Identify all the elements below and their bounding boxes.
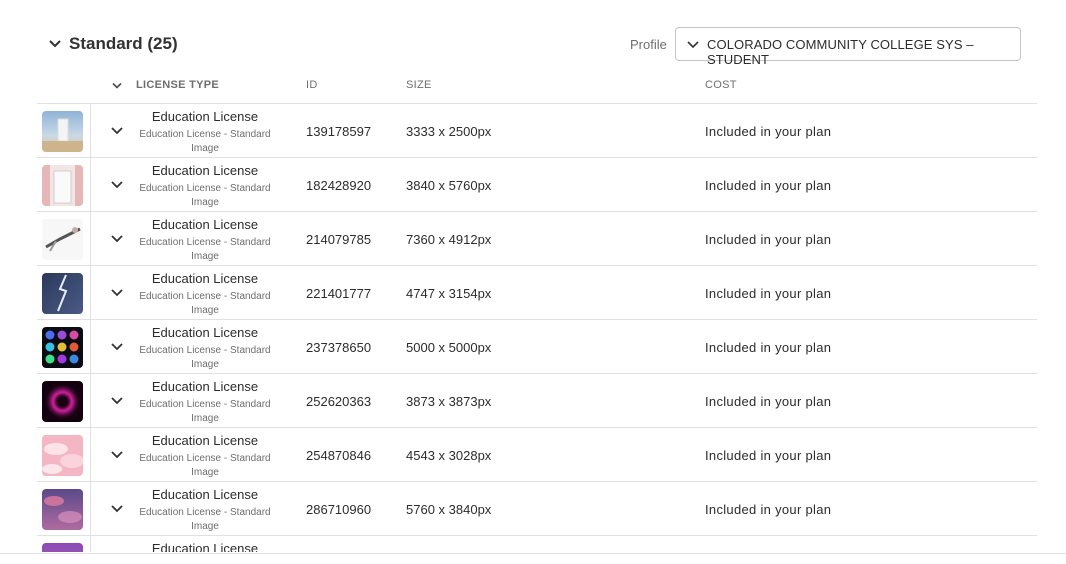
license-title: Education License — [151, 379, 259, 394]
chevron-down-icon[interactable] — [110, 340, 124, 354]
thumbnail-image[interactable] — [42, 435, 83, 476]
thumbnail-image[interactable] — [42, 489, 83, 530]
chevron-down-icon[interactable] — [111, 80, 123, 92]
license-title: Education License — [151, 433, 259, 448]
column-divider — [90, 158, 91, 212]
table-row: Education License — [37, 535, 1037, 552]
image-cost: Included in your plan — [705, 124, 832, 139]
chevron-down-icon[interactable] — [110, 394, 124, 408]
table-row: Education License Education License - St… — [37, 481, 1037, 536]
license-subtitle: Education License - Standard Image — [139, 183, 271, 208]
image-cost: Included in your plan — [705, 340, 832, 355]
table-row: Education License Education License - St… — [37, 373, 1037, 428]
thumbnail-image[interactable] — [42, 273, 83, 314]
page-bottom-border — [0, 553, 1066, 554]
license-subtitle: Education License - Standard Image — [139, 129, 271, 154]
chevron-down-icon[interactable] — [110, 178, 124, 192]
column-header-cost[interactable]: COST — [705, 79, 737, 91]
license-subtitle: Education License - Standard Image — [139, 291, 271, 316]
image-id: 139178597 — [306, 124, 372, 139]
license-title: Education License — [151, 487, 259, 502]
thumbnail-image[interactable] — [42, 327, 83, 368]
column-header-license-type[interactable]: LICENSE TYPE — [136, 79, 219, 91]
column-header-id[interactable]: ID — [306, 79, 318, 91]
thumbnail-image[interactable] — [42, 219, 83, 260]
profile-dropdown[interactable]: COLORADO COMMUNITY COLLEGE SYS – STUDENT — [675, 27, 1021, 67]
image-cost: Included in your plan — [705, 448, 832, 463]
table-row: Education License Education License - St… — [37, 211, 1037, 266]
image-size: 5760 x 3840px — [406, 502, 492, 517]
profile-value: COLORADO COMMUNITY COLLEGE SYS – STUDENT — [707, 37, 974, 67]
chevron-down-icon[interactable] — [110, 502, 124, 516]
image-size: 3840 x 5760px — [406, 178, 492, 193]
chevron-down-icon[interactable] — [48, 36, 62, 52]
license-title: Education License — [151, 271, 259, 286]
chevron-down-icon — [687, 41, 699, 49]
column-divider — [90, 266, 91, 320]
chevron-down-icon[interactable] — [110, 448, 124, 462]
column-divider — [90, 104, 91, 158]
section-header: Standard (25) Profile COLORADO COMMUNITY… — [0, 0, 1066, 72]
thumbnail-image[interactable] — [42, 381, 83, 422]
column-divider — [90, 374, 91, 428]
table-row: Education License Education License - St… — [37, 427, 1037, 482]
table-row: Education License Education License - St… — [37, 157, 1037, 212]
image-cost: Included in your plan — [705, 394, 832, 409]
license-table: Education License Education License - St… — [37, 103, 1037, 552]
license-title: Education License — [151, 109, 259, 124]
column-divider — [90, 428, 91, 482]
chevron-down-icon[interactable] — [110, 232, 124, 246]
column-divider — [90, 212, 91, 266]
license-subtitle: Education License - Standard Image — [139, 237, 271, 262]
profile-label: Profile — [630, 37, 667, 52]
image-size: 4543 x 3028px — [406, 448, 492, 463]
table-row: Education License Education License - St… — [37, 265, 1037, 320]
license-title: Education License — [151, 163, 259, 178]
image-id: 237378650 — [306, 340, 372, 355]
image-size: 3333 x 2500px — [406, 124, 492, 139]
table-row: Education License Education License - St… — [37, 319, 1037, 374]
license-title: Education License — [151, 325, 259, 340]
image-size: 5000 x 5000px — [406, 340, 492, 355]
column-divider — [90, 320, 91, 374]
image-id: 254870846 — [306, 448, 372, 463]
license-subtitle: Education License - Standard Image — [139, 345, 271, 370]
image-size: 3873 x 3873px — [406, 394, 492, 409]
image-cost: Included in your plan — [705, 286, 832, 301]
license-subtitle: Education License - Standard Image — [139, 507, 271, 532]
image-cost: Included in your plan — [705, 502, 832, 517]
column-divider — [90, 536, 91, 552]
license-title: Education License — [151, 541, 259, 552]
chevron-down-icon[interactable] — [110, 124, 124, 138]
license-title: Education License — [151, 217, 259, 232]
section-title: Standard (25) — [69, 34, 178, 53]
chevron-down-icon[interactable] — [110, 286, 124, 300]
license-subtitle: Education License - Standard Image — [139, 453, 271, 478]
image-cost: Included in your plan — [705, 178, 832, 193]
image-cost: Included in your plan — [705, 232, 832, 247]
image-id: 214079785 — [306, 232, 372, 247]
license-subtitle: Education License - Standard Image — [139, 399, 271, 424]
image-id: 286710960 — [306, 502, 372, 517]
image-id: 182428920 — [306, 178, 372, 193]
table-row: Education License Education License - St… — [37, 103, 1037, 158]
image-size: 4747 x 3154px — [406, 286, 492, 301]
column-divider — [90, 482, 91, 536]
column-header-size[interactable]: SIZE — [406, 79, 432, 91]
thumbnail-image[interactable] — [42, 165, 83, 206]
thumbnail-image[interactable] — [42, 111, 83, 152]
image-id: 221401777 — [306, 286, 372, 301]
image-id: 252620363 — [306, 394, 372, 409]
image-size: 7360 x 4912px — [406, 232, 492, 247]
thumbnail-image[interactable] — [42, 543, 83, 552]
